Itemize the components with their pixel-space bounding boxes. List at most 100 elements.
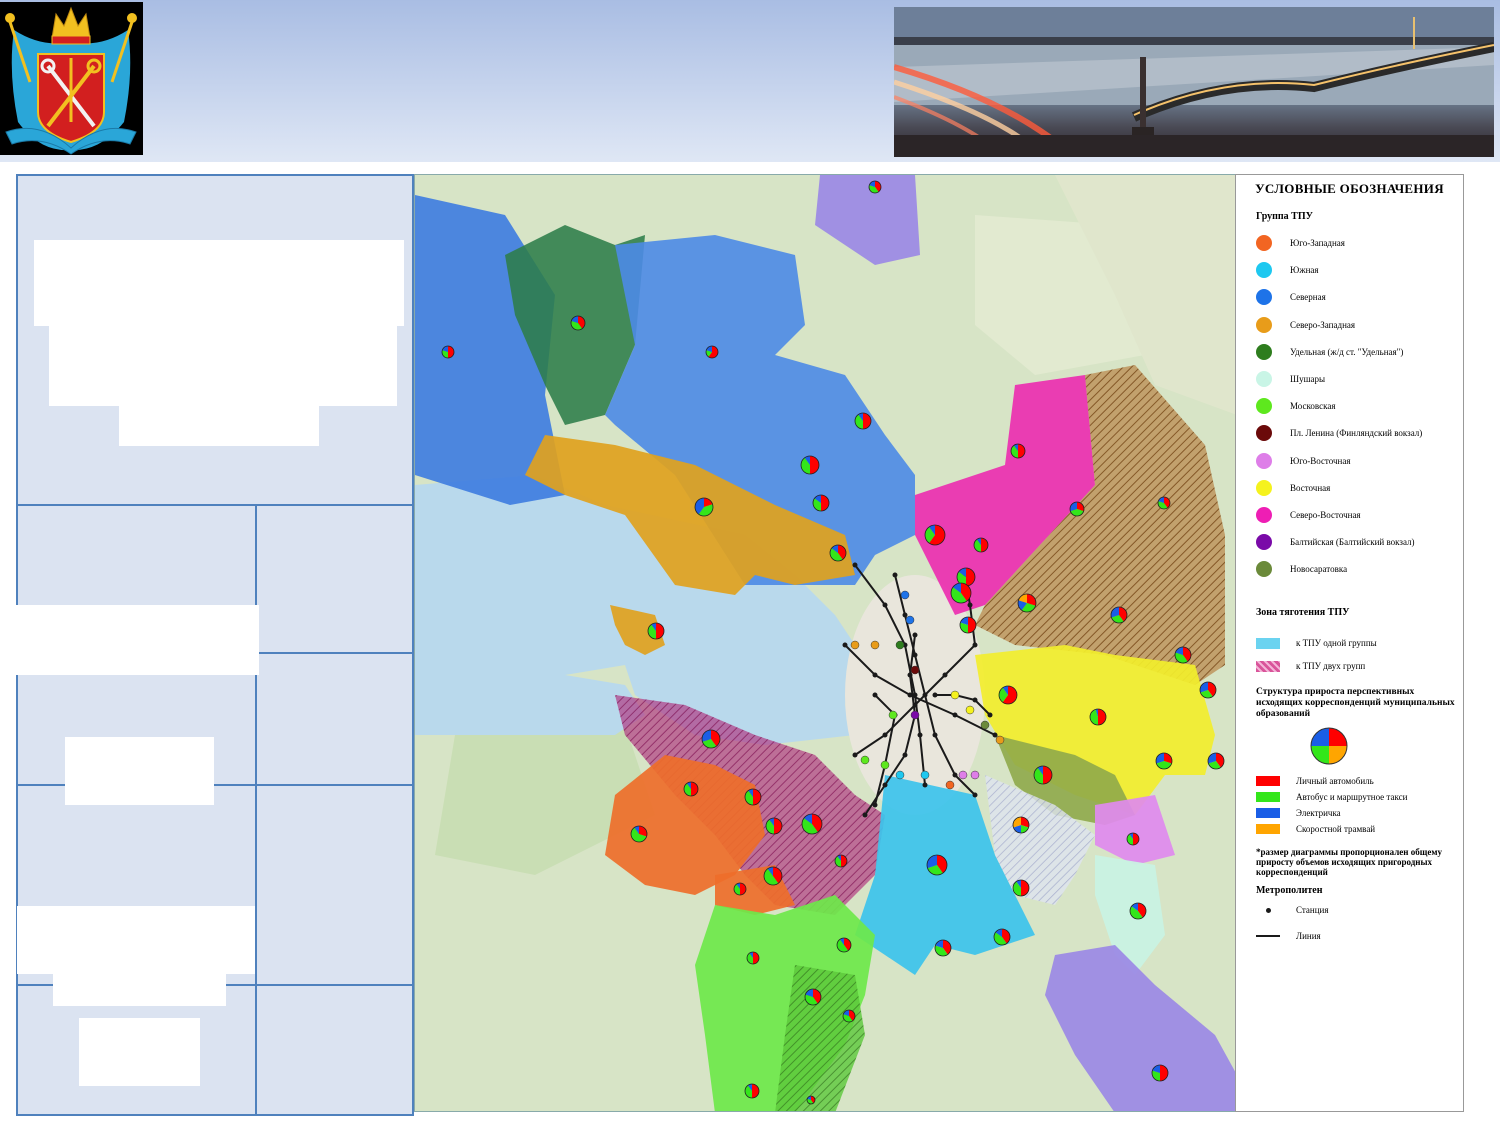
metro-station (922, 692, 928, 698)
metro-station (972, 697, 978, 703)
mode-pie-chart (1017, 593, 1037, 613)
tpu-hub-marker (920, 770, 930, 780)
mode-pie-chart (765, 817, 783, 835)
legend-group-swatch (1256, 479, 1272, 496)
tpu-hub-marker (910, 710, 920, 720)
legend-group-item: Юго-Восточная (1256, 452, 1351, 470)
mode-pie-chart (744, 1083, 760, 1099)
redacted-block-8 (79, 1018, 200, 1086)
mode-pie-chart (1033, 765, 1053, 785)
info-cell-row4-right (255, 984, 414, 1116)
legend-group-swatch (1256, 534, 1272, 551)
metro-station (882, 782, 888, 788)
mode-pie-chart (441, 345, 455, 359)
redacted-block-7 (53, 972, 226, 1006)
legend-mode-swatch (1256, 824, 1280, 834)
mode-pie-chart (1151, 1064, 1169, 1082)
mode-pie-chart (868, 180, 882, 194)
tpu-hub-marker (910, 665, 920, 675)
legend-group-swatch (1256, 398, 1272, 415)
mode-pie-chart (746, 951, 760, 965)
info-cell-row2-right (255, 652, 414, 786)
tpu-map[interactable] (414, 174, 1236, 1112)
legend-group-swatch (1256, 262, 1272, 279)
mode-pie-chart (1069, 501, 1085, 517)
legend-structure-heading: Структура прироста перспективных исходящ… (1256, 687, 1455, 719)
legend-mode-swatch (1256, 776, 1280, 786)
legend-mode-swatch (1256, 808, 1280, 818)
legend-group-item: Балтийская (Балтийский вокзал) (1256, 533, 1415, 551)
mode-pie-chart (854, 412, 872, 430)
mode-pie-chart (1110, 606, 1128, 624)
legend-metro-line: Линия (1256, 927, 1321, 945)
mode-pie-chart (1126, 832, 1140, 846)
mode-pie-chart (1012, 879, 1030, 897)
legend-group-item: Удельная (ж/д ст. "Удельная") (1256, 343, 1403, 361)
mode-pie-chart (683, 781, 699, 797)
redacted-block-5 (65, 737, 214, 805)
mode-pie-chart (836, 937, 852, 953)
metro-station (917, 732, 923, 738)
metro-station (872, 802, 878, 808)
legend-group-swatch (1256, 561, 1272, 578)
mode-pie-chart (763, 866, 783, 886)
info-grid-panel (16, 174, 414, 1116)
tpu-hub-marker (958, 770, 968, 780)
mode-pie-chart (998, 685, 1018, 705)
mode-pie-chart (950, 582, 972, 604)
legend-metro-station: Станция (1256, 901, 1329, 919)
mode-pie-chart (570, 315, 586, 331)
mode-pie-chart (924, 524, 946, 546)
metro-station (902, 612, 908, 618)
metro-station (992, 732, 998, 738)
metro-station (852, 752, 858, 758)
legend-group-swatch (1256, 507, 1272, 523)
mode-pie-chart (733, 882, 747, 896)
header-banner (0, 0, 1500, 162)
tpu-hub-marker (905, 615, 915, 625)
mode-pie-chart (801, 813, 823, 835)
mode-pie-chart (1155, 752, 1173, 770)
metro-station (872, 672, 878, 678)
mode-pie-chart (834, 854, 848, 868)
legend-group-item: Пл. Ленина (Финляндский вокзал) (1256, 424, 1422, 442)
metro-station (852, 562, 858, 568)
mode-pie-chart (694, 497, 714, 517)
mode-pie-chart (926, 854, 948, 876)
tpu-hub-marker (880, 760, 890, 770)
legend-sample-pie (1310, 727, 1348, 765)
city-panorama-photo (894, 7, 1494, 157)
tpu-hub-marker (895, 640, 905, 650)
legend-metro-heading: Метрополитен (1256, 885, 1323, 896)
mode-pie-chart (701, 729, 721, 749)
metro-station (972, 642, 978, 648)
legend-group-swatch (1256, 425, 1272, 442)
metro-station (902, 752, 908, 758)
tpu-hub-marker (965, 705, 975, 715)
tpu-hub-marker (945, 780, 955, 790)
redacted-block-2 (49, 324, 397, 406)
metro-station (912, 632, 918, 638)
legend-zone-swatch (1256, 637, 1280, 649)
legend-group-item: Восточная (1256, 479, 1330, 497)
mode-pie-chart (829, 544, 847, 562)
coat-of-arms-logo (0, 2, 143, 155)
legend-group-heading: Группа ТПУ (1256, 211, 1313, 222)
metro-station (907, 672, 913, 678)
mode-pie-chart (1174, 646, 1192, 664)
mode-pie-chart (1157, 496, 1171, 510)
legend-title: УСЛОВНЫЕ ОБОЗНАЧЕНИЯ (1255, 181, 1444, 196)
legend-group-swatch (1256, 371, 1272, 387)
tpu-hub-marker (870, 640, 880, 650)
mode-pie-chart (842, 1009, 856, 1023)
mode-pie-chart (806, 1095, 816, 1105)
tpu-hub-marker (995, 735, 1005, 745)
legend-group-swatch (1256, 452, 1272, 469)
legend-zone-swatch (1256, 660, 1280, 672)
info-cell-row3-right (255, 784, 414, 986)
redacted-block-4 (16, 605, 259, 675)
mode-pie-chart (800, 455, 820, 475)
redacted-block-6 (17, 906, 255, 974)
legend-mode-swatch (1256, 792, 1280, 802)
mode-pie-chart (1199, 681, 1217, 699)
